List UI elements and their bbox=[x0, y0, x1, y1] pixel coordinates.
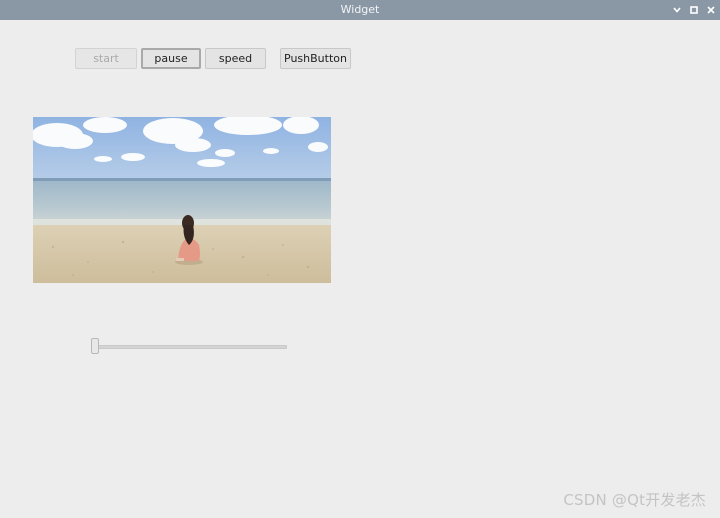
close-icon bbox=[707, 6, 715, 14]
progress-slider[interactable] bbox=[90, 338, 288, 356]
window-title: Widget bbox=[340, 3, 380, 16]
title-bar[interactable]: Widget bbox=[0, 0, 720, 20]
minimize-button[interactable] bbox=[669, 0, 685, 20]
maximize-icon bbox=[690, 6, 698, 14]
widget-window: Widget start pause speed PushButton CSDN… bbox=[0, 0, 720, 518]
push-button[interactable]: PushButton bbox=[280, 48, 351, 69]
video-display bbox=[33, 117, 331, 283]
speed-button[interactable]: speed bbox=[205, 48, 266, 69]
close-button[interactable] bbox=[703, 0, 719, 20]
watermark: CSDN @Qt开发老杰 bbox=[563, 491, 706, 509]
chevron-down-icon bbox=[673, 7, 681, 13]
slider-groove[interactable] bbox=[94, 345, 287, 349]
slider-handle[interactable] bbox=[91, 338, 99, 354]
maximize-button[interactable] bbox=[686, 0, 702, 20]
pause-button[interactable]: pause bbox=[141, 48, 201, 69]
start-button[interactable]: start bbox=[75, 48, 137, 69]
beach-scene-image bbox=[33, 117, 331, 283]
